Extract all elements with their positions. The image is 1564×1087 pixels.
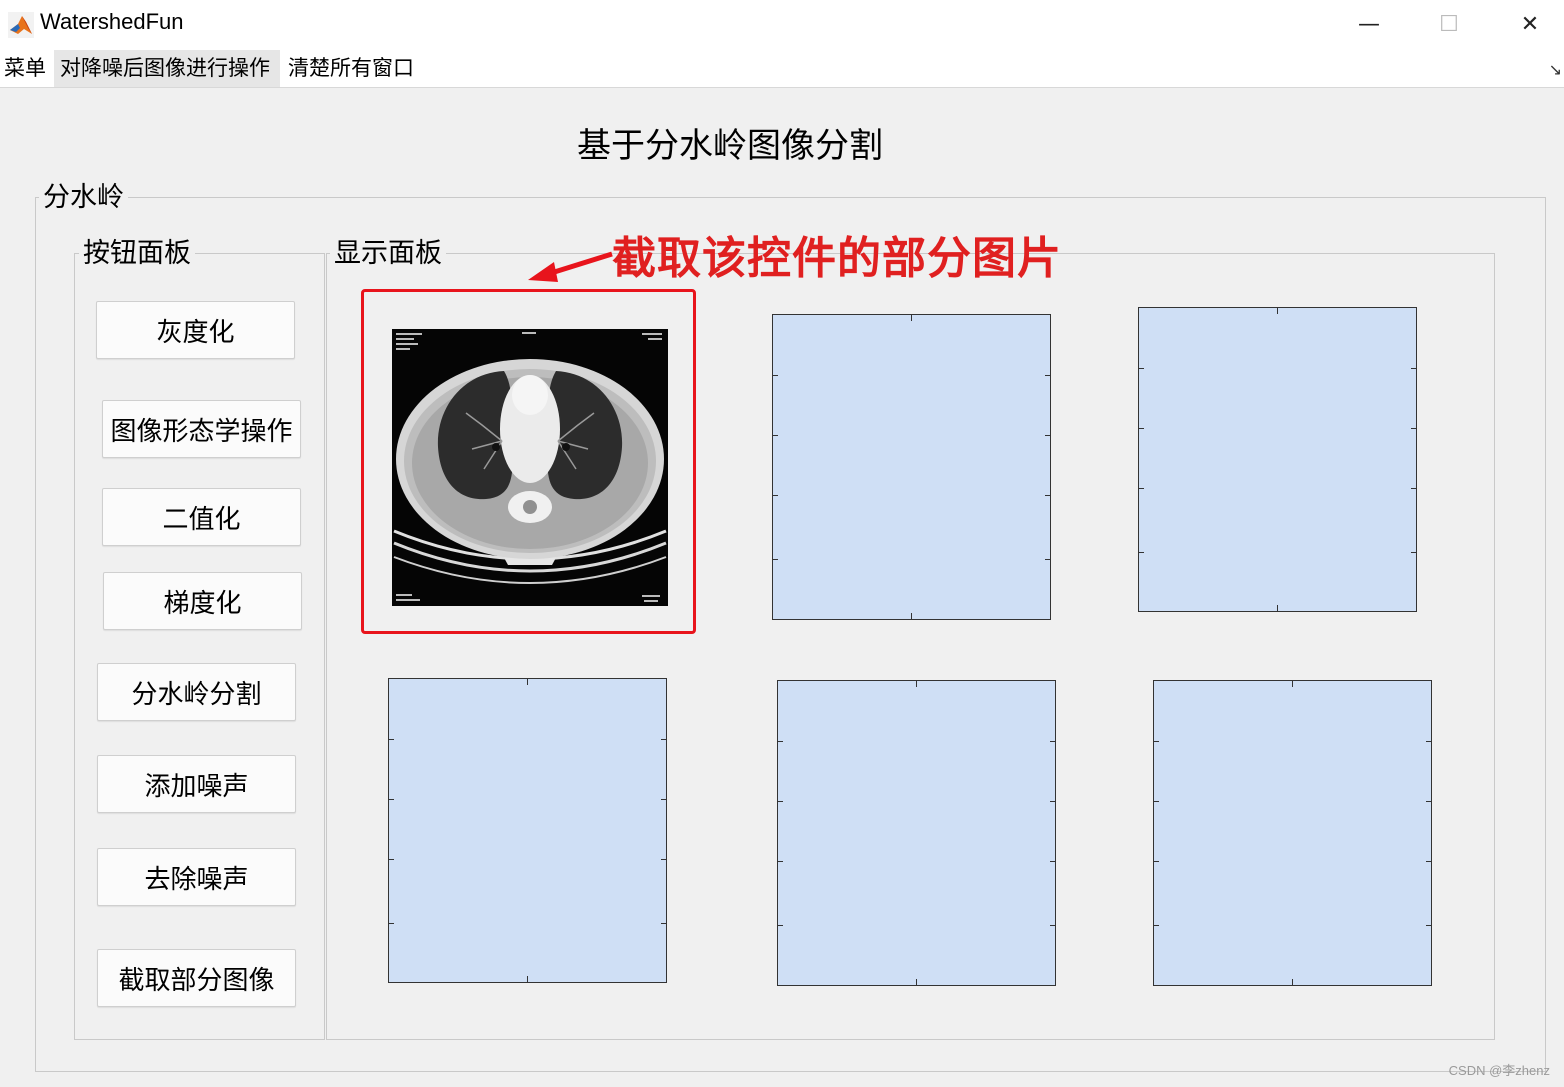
annotation-arrow-icon bbox=[528, 251, 613, 282]
display-panel-label: 显示面板 bbox=[330, 238, 446, 270]
watershed-group-label: 分水岭 bbox=[39, 182, 128, 214]
title-bar: WatershedFun — ☐ ✕ bbox=[0, 0, 1564, 50]
menu-bar: 菜单 对降噪后图像进行操作 清楚所有窗口 ↘ bbox=[0, 50, 1564, 88]
gradient-button[interactable]: 梯度化 bbox=[103, 572, 302, 630]
page-title: 基于分水岭图像分割 bbox=[577, 126, 883, 166]
axes-5[interactable] bbox=[777, 680, 1056, 986]
matlab-logo-icon bbox=[8, 12, 34, 38]
button-panel bbox=[74, 253, 325, 1040]
axes-2[interactable] bbox=[772, 314, 1051, 620]
window-title: WatershedFun bbox=[40, 9, 184, 34]
menu-item-clear-windows[interactable]: 清楚所有窗口 bbox=[284, 50, 418, 87]
minimize-button[interactable]: — bbox=[1349, 8, 1389, 40]
highlight-box bbox=[361, 289, 696, 634]
crop-image-button[interactable]: 截取部分图像 bbox=[97, 949, 296, 1007]
close-button[interactable]: ✕ bbox=[1510, 8, 1550, 40]
binarize-button[interactable]: 二值化 bbox=[102, 488, 301, 546]
annotation-text: 截取该控件的部分图片 bbox=[612, 233, 1062, 284]
axes-3[interactable] bbox=[1138, 307, 1417, 612]
morphology-button[interactable]: 图像形态学操作 bbox=[102, 400, 301, 458]
maximize-button[interactable]: ☐ bbox=[1429, 8, 1469, 40]
dock-arrow-icon[interactable]: ↘ bbox=[1549, 60, 1562, 79]
watershed-segment-button[interactable]: 分水岭分割 bbox=[97, 663, 296, 721]
axes-6[interactable] bbox=[1153, 680, 1432, 986]
button-panel-label: 按钮面板 bbox=[79, 238, 195, 270]
watermark: CSDN @李zhenz bbox=[1448, 1063, 1550, 1078]
menu-item-denoised-ops[interactable]: 对降噪后图像进行操作 bbox=[54, 50, 280, 87]
menu-item-menu[interactable]: 菜单 bbox=[0, 50, 50, 87]
axes-4[interactable] bbox=[388, 678, 667, 983]
grayscale-button[interactable]: 灰度化 bbox=[96, 301, 295, 359]
add-noise-button[interactable]: 添加噪声 bbox=[97, 755, 296, 813]
remove-noise-button[interactable]: 去除噪声 bbox=[97, 848, 296, 906]
